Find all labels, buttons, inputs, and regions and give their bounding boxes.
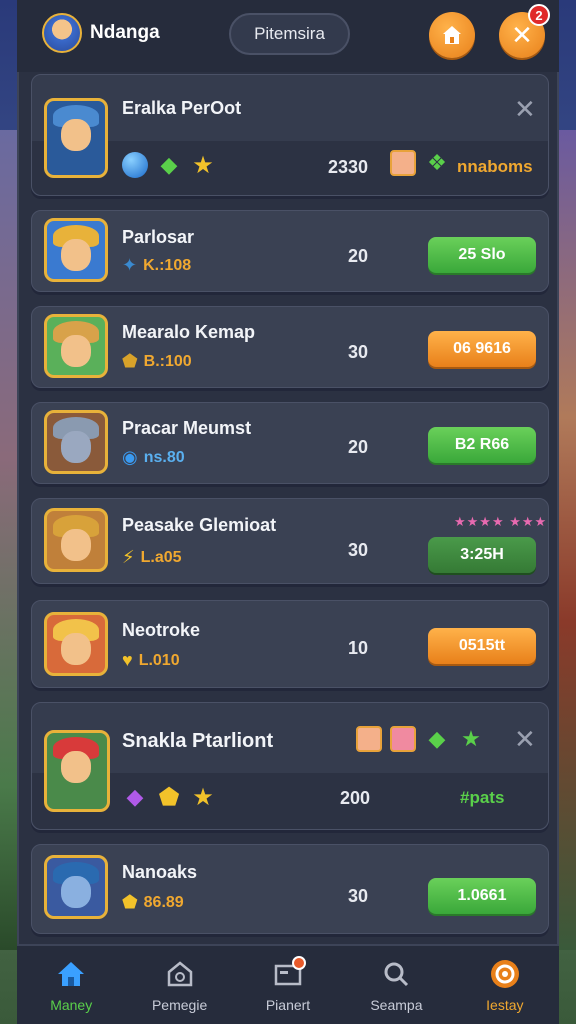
featured-top-icons: ◆ ★ — [122, 151, 216, 179]
featured-bottom-score: 200 — [340, 788, 371, 808]
star-icon: ★ — [461, 726, 481, 751]
featured-bottom-icons: ◆ ⬟ ★ — [122, 783, 216, 811]
nav-item-buildings[interactable]: Pemegie — [125, 946, 233, 1024]
heart-icon: ♥ — [122, 650, 133, 670]
featured-bottom-name: Snakla Ptarliont — [122, 730, 274, 752]
building-icon — [163, 957, 197, 991]
hero-portrait — [44, 855, 108, 919]
row-score: 30 — [348, 540, 369, 560]
blue-orb-icon — [122, 152, 148, 178]
character-tile-icon — [390, 150, 416, 176]
wing-icon: ✦ — [122, 255, 138, 275]
shield-icon: ⬟ — [122, 892, 138, 912]
home-button[interactable] — [429, 12, 475, 58]
blue-emblem-icon: ◉ — [122, 447, 138, 467]
home-icon — [443, 26, 461, 44]
row-name: Peasake Glemioat — [122, 515, 277, 535]
star-icon: ★ — [192, 783, 214, 811]
featured-card-top[interactable] — [31, 74, 549, 196]
row-stat: ◉ ns.80 — [122, 447, 185, 467]
row-stat: ⬟ 86.89 — [122, 892, 184, 912]
player-name: Ndanga — [90, 22, 160, 43]
dismiss-icon[interactable]: ✕ — [514, 724, 536, 755]
rating-stars: ★★★★ ★★★ — [454, 514, 548, 529]
shield-icon: ⬟ — [158, 783, 180, 811]
nav-item-home[interactable]: Maney — [17, 946, 125, 1024]
row-stat: ✦ K.:108 — [122, 255, 192, 275]
lightning-icon: ⚡ — [122, 547, 135, 567]
green-gem-icon: ◆ — [428, 726, 446, 751]
purple-crystal-icon: ◆ — [126, 784, 144, 809]
home-icon — [54, 957, 88, 991]
row-action-button[interactable]: 1.0661 — [428, 878, 536, 914]
hero-portrait — [44, 314, 108, 378]
featured-top-reward: nnaboms — [457, 157, 533, 176]
row-action-button[interactable]: B2 R66 — [428, 427, 536, 463]
hero-portrait — [44, 98, 108, 178]
row-stat: ⬟ B.:100 — [122, 351, 192, 371]
row-action-button[interactable]: 25 Slo — [428, 237, 536, 273]
hero-portrait — [44, 612, 108, 676]
row-name: Nanoaks — [122, 862, 198, 882]
row-score: 30 — [348, 886, 369, 906]
nav-badge — [291, 956, 306, 970]
hero-portrait — [44, 508, 108, 572]
hero-portrait — [44, 218, 108, 282]
search-icon — [379, 957, 413, 991]
nav-item-search[interactable]: Seampa — [342, 946, 450, 1024]
dismiss-icon[interactable]: ✕ — [514, 94, 536, 125]
row-stat: ⚡ L.a05 — [122, 547, 182, 567]
nav-item-settings[interactable]: Iestay — [451, 946, 559, 1024]
bottom-nav: Maney Pemegie Pianert Seampa Iestay — [17, 944, 559, 1024]
featured-bottom-reward: #pats — [460, 788, 505, 807]
shield-icon: ⬟ — [122, 351, 138, 371]
featured-bottom-top-icons: ◆ ★ — [356, 726, 484, 752]
nav-item-inbox[interactable]: Pianert — [234, 946, 342, 1024]
green-gem-icon: ◆ — [160, 152, 178, 177]
leaf-icon: ❖ — [427, 150, 447, 175]
hero-portrait — [44, 410, 108, 474]
header-tab[interactable]: Pitemsira — [229, 13, 350, 55]
row-name: Mearalo Kemap — [122, 322, 256, 342]
row-name: Neotroke — [122, 620, 201, 640]
row-score: 20 — [348, 437, 369, 457]
character-tile-icon — [390, 726, 416, 752]
row-action-button[interactable]: 3:25H — [428, 537, 536, 573]
close-icon: ✕ — [511, 19, 533, 50]
featured-top-name: Eralka PerOot — [122, 98, 242, 118]
row-action-button[interactable]: 06 9616 — [428, 331, 536, 367]
row-stat: ♥ L.010 — [122, 650, 180, 670]
row-name: Parlosar — [122, 227, 195, 247]
star-icon: ★ — [192, 151, 214, 179]
gear-icon — [488, 957, 522, 991]
hero-portrait — [44, 730, 110, 812]
row-action-button[interactable]: 0515tt — [428, 628, 536, 664]
row-name: Pracar Meumst — [122, 418, 252, 438]
character-tile-icon — [356, 726, 382, 752]
player-avatar[interactable] — [42, 13, 82, 53]
featured-top-reward-icons: ❖ — [390, 150, 450, 176]
row-score: 10 — [348, 638, 369, 658]
notification-badge: 2 — [528, 4, 550, 26]
row-score: 20 — [348, 246, 369, 266]
featured-top-score: 2330 — [328, 157, 369, 177]
row-score: 30 — [348, 342, 369, 362]
